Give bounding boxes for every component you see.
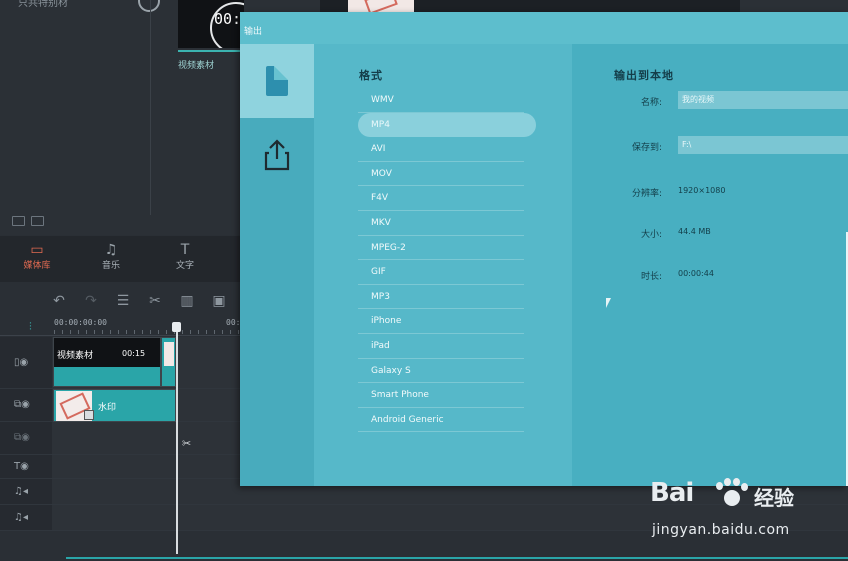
pip-badge-icon [84, 410, 94, 420]
video-clip-name: 视频素材 [57, 351, 94, 361]
timeline-toolbar: ↶ ↷ ☰ ✂ ▥ ▣ [0, 286, 240, 316]
crop-icon[interactable]: ▣ [210, 293, 228, 309]
track-head-text: T◉ [0, 455, 52, 479]
track-head-video: ▯◉ [0, 337, 52, 389]
delete-icon[interactable]: ▥ [178, 293, 196, 309]
tab-music-label: 音乐 [101, 261, 120, 271]
size-value: 44.4 MB [678, 227, 711, 236]
media-folder-actions [12, 216, 44, 226]
media-label: 视频素材 [178, 61, 215, 71]
project-label: 只共特别材 [18, 0, 68, 9]
watermark-cn-text: 经验 [754, 486, 794, 510]
duration-label: 时长: [640, 272, 662, 282]
undo-icon[interactable]: ↶ [50, 293, 68, 309]
export-dialog: 输出 格式 WMV MP4 AVI MOV F4V MKV MPEG-2 GIF… [240, 12, 848, 486]
mouse-cursor-icon [606, 298, 616, 308]
music2-track-icon[interactable]: ♫◂ [14, 512, 28, 523]
format-item-galaxy-s[interactable]: Galaxy S [358, 359, 524, 384]
track-head-pip2: ⧉◉ [0, 422, 52, 455]
format-item-android-generic[interactable]: Android Generic [358, 408, 524, 433]
dialog-title: 输出 [244, 27, 263, 37]
video-clip-duration: 00:15 [122, 349, 146, 358]
folder-icon: ▭ [30, 242, 44, 258]
track-head-music: ♫◂ [0, 479, 52, 505]
dialog-titlebar[interactable]: 输出 [240, 12, 848, 44]
resolution-value: 1920×1080 [678, 186, 726, 195]
document-icon [266, 66, 288, 96]
ruler-ticks [54, 330, 240, 334]
export-side-nav [240, 44, 324, 486]
format-item-mkv[interactable]: MKV [358, 211, 524, 236]
export-local-button[interactable] [240, 44, 314, 118]
tab-media[interactable]: ▭ 媒体库 [0, 236, 74, 282]
text-track-icon[interactable]: T◉ [14, 461, 29, 472]
save-to-label: 保存到: [631, 143, 662, 153]
format-section-title: 格式 [359, 69, 383, 82]
format-item-mp4[interactable]: MP4 [358, 112, 536, 138]
format-item-f4v[interactable]: F4V [358, 186, 524, 211]
pip2-track-icon[interactable]: ⧉◉ [14, 432, 30, 443]
track-head-pip: ⧉◉ [0, 389, 52, 422]
format-item-mpeg2[interactable]: MPEG-2 [358, 236, 524, 261]
format-item-smart-phone[interactable]: Smart Phone [358, 383, 524, 408]
paw-icon [712, 478, 748, 508]
clock-text: 00: [214, 10, 242, 28]
adjust-icon[interactable]: ☰ [114, 293, 132, 309]
format-item-iphone[interactable]: iPhone [358, 309, 524, 334]
watermark-logo-text: Bai [650, 478, 694, 508]
playhead-handle[interactable] [172, 322, 181, 332]
format-list: WMV MP4 AVI MOV F4V MKV MPEG-2 GIF MP3 i… [358, 88, 536, 433]
format-panel: 格式 WMV MP4 AVI MOV F4V MKV MPEG-2 GIF MP… [314, 44, 572, 486]
tab-media-label: 媒体库 [23, 261, 51, 271]
text-icon: T [180, 242, 190, 258]
format-item-ipad[interactable]: iPad [358, 334, 524, 359]
tab-music[interactable]: ♫ 音乐 [74, 236, 148, 282]
size-label: 大小: [640, 230, 662, 240]
save-to-input[interactable]: F:\ [678, 136, 848, 154]
media-selected-underline [178, 50, 244, 52]
format-item-avi[interactable]: AVI [358, 137, 524, 162]
new-folder-icon[interactable] [12, 216, 25, 226]
scissor-icon[interactable]: ✂ [182, 437, 191, 450]
snap-icon[interactable]: ⫶ [29, 320, 32, 334]
share-icon [264, 139, 290, 171]
music-track-icon[interactable]: ♫◂ [14, 486, 28, 497]
pip-clip-name: 水印 [98, 403, 117, 413]
watermark-url: jingyan.baidu.com [652, 522, 790, 538]
import-folder-icon[interactable] [31, 216, 44, 226]
format-item-mp3[interactable]: MP3 [358, 285, 524, 310]
media-thumbnail[interactable]: 00: [178, 0, 244, 48]
pip-clip[interactable]: 水印 [53, 389, 176, 422]
tab-text[interactable]: T 文字 [148, 236, 222, 282]
output-details-panel: 输出到本地 名称: 我的视频 保存到: F:\ 分辨率: 1920×1080 大… [572, 44, 848, 486]
playhead[interactable] [176, 326, 178, 554]
divider [150, 0, 151, 215]
duration-value: 00:00:44 [678, 269, 714, 278]
ruler-next-time: 00: [226, 318, 241, 327]
redo-icon[interactable]: ↷ [82, 293, 100, 309]
video-clip-2[interactable] [161, 337, 176, 387]
format-item-wmv[interactable]: WMV [358, 88, 524, 113]
pip-track-icon[interactable]: ⧉◉ [14, 399, 30, 410]
ruler-start-time: 00:00:00:00 [54, 318, 107, 327]
track-head-music2: ♫◂ [0, 505, 52, 531]
timeline-scrollbar[interactable] [66, 557, 848, 559]
format-item-mov[interactable]: MOV [358, 162, 524, 187]
library-tabs: ▭ 媒体库 ♫ 音乐 T 文字 [0, 236, 240, 282]
name-label: 名称: [640, 98, 662, 108]
details-title: 输出到本地 [614, 69, 674, 82]
tab-text-label: 文字 [175, 261, 194, 271]
video-track-icon[interactable]: ▯◉ [14, 357, 28, 368]
watermark-thumbnail[interactable] [348, 0, 414, 15]
format-item-gif[interactable]: GIF [358, 260, 524, 285]
name-input[interactable]: 我的视频 [678, 91, 848, 109]
resolution-label: 分辨率: [631, 189, 662, 199]
export-share-button[interactable] [240, 118, 314, 192]
cut-icon[interactable]: ✂ [146, 293, 164, 309]
video-clip[interactable]: 视频素材 00:15 [53, 337, 161, 387]
music-note-icon: ♫ [104, 242, 118, 258]
baidu-watermark: Bai 经验 jingyan.baidu.com [650, 478, 840, 548]
